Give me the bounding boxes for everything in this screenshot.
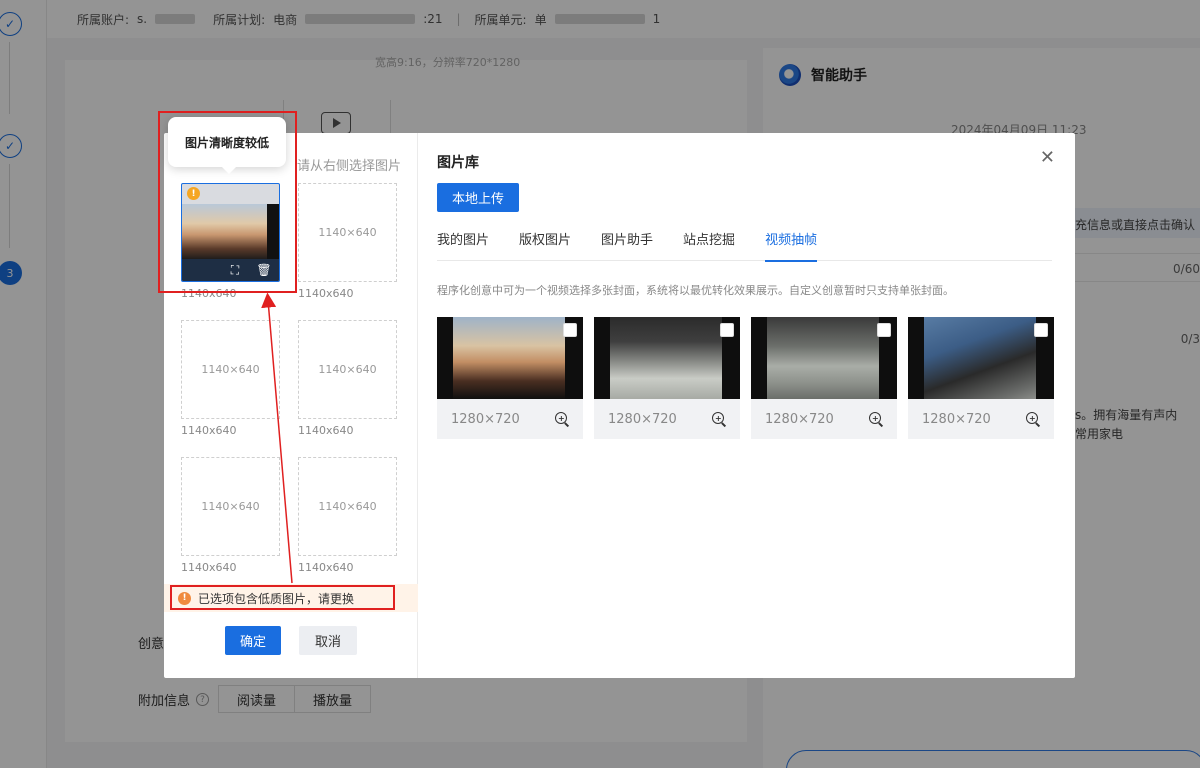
frame-card[interactable]: 1280×720 + (594, 317, 740, 439)
warning-icon: ! (178, 591, 191, 605)
frame-size: 1280×720 (765, 411, 834, 427)
tab-image-assistant[interactable]: 图片助手 (601, 229, 653, 261)
slot-caption: 1140x640 (181, 424, 237, 437)
empty-slot[interactable]: 1140×640 (298, 457, 397, 556)
delete-icon[interactable]: 🗑 (256, 262, 272, 278)
frame-size: 1280×720 (451, 411, 520, 427)
zoom-in-icon[interactable]: + (712, 412, 726, 426)
frame-image (437, 317, 583, 399)
empty-slot[interactable]: 1140×640 (181, 320, 280, 419)
frame-card[interactable]: 1280×720 + (908, 317, 1054, 439)
slot-caption: 1140x640 (181, 287, 237, 300)
slot-caption: 1140x640 (298, 287, 354, 300)
slot-caption: 1140x640 (298, 561, 354, 574)
empty-slot[interactable]: 1140×640 (181, 457, 280, 556)
frame-meta: 1280×720 + (437, 399, 583, 439)
slot-caption: 1140x640 (298, 424, 354, 437)
image-library-dialog: 请从右侧选择图片 ! ⛶ 🗑 1140x640 1140×640 1140x64… (164, 117, 1075, 678)
low-quality-tooltip: 图片清晰度较低 (168, 117, 286, 174)
selected-slot-1[interactable]: ! ⛶ 🗑 (181, 183, 280, 282)
confirm-button[interactable]: 确定 (225, 626, 282, 655)
frame-list: 1280×720 + 1280×720 + 1280×720 + 1280×72… (437, 317, 1054, 439)
frame-checkbox[interactable] (720, 323, 734, 337)
low-quality-warning-icon: ! (187, 187, 200, 200)
frame-meta: 1280×720 + (908, 399, 1054, 439)
frame-checkbox[interactable] (1034, 323, 1048, 337)
warning-text: 已选项包含低质图片，请更换 (198, 591, 355, 606)
tab-my-images[interactable]: 我的图片 (437, 229, 489, 261)
frame-meta: 1280×720 + (594, 399, 740, 439)
frame-card[interactable]: 1280×720 + (437, 317, 583, 439)
frame-checkbox[interactable] (563, 323, 577, 337)
frames-description: 程序化创意中可为一个视频选择多张封面，系统将以最优转化效果展示。自定义创意暂时只… (437, 284, 954, 297)
slot-caption: 1140x640 (181, 561, 237, 574)
tab-video-frames[interactable]: 视频抽帧 (765, 229, 818, 262)
low-quality-warning-bar: ! 已选项包含低质图片，请更换 (164, 584, 418, 612)
zoom-in-icon[interactable]: + (555, 412, 569, 426)
frame-size: 1280×720 (608, 411, 677, 427)
dialog-title: 图片库 (437, 155, 479, 171)
selected-images-pane: 请从右侧选择图片 ! ⛶ 🗑 1140x640 1140×640 1140x64… (164, 117, 418, 678)
frame-meta: 1280×720 + (751, 399, 897, 439)
frame-image (594, 317, 740, 399)
selected-image (182, 204, 279, 260)
tab-site-mining[interactable]: 站点挖掘 (683, 229, 735, 261)
library-tabs: 我的图片 版权图片 图片助手 站点挖掘 视频抽帧 (437, 229, 1052, 262)
zoom-in-icon[interactable]: + (869, 412, 883, 426)
local-upload-button[interactable]: 本地上传 (437, 183, 520, 212)
frame-image (751, 317, 897, 399)
zoom-in-icon[interactable]: + (1026, 412, 1040, 426)
empty-slot[interactable]: 1140×640 (298, 320, 397, 419)
image-library-pane: 图片库 ✕ 本地上传 我的图片 版权图片 图片助手 站点挖掘 视频抽帧 程序化创… (418, 133, 1075, 678)
crop-icon[interactable]: ⛶ (227, 262, 243, 278)
frame-image (908, 317, 1054, 399)
frame-size: 1280×720 (922, 411, 991, 427)
frame-card[interactable]: 1280×720 + (751, 317, 897, 439)
tab-copyright-images[interactable]: 版权图片 (519, 229, 571, 261)
dialog-actions: 确定 取消 (225, 626, 358, 655)
close-icon[interactable]: ✕ (1040, 149, 1055, 167)
select-hint: 请从右侧选择图片 (297, 159, 402, 174)
frame-checkbox[interactable] (877, 323, 891, 337)
empty-slot[interactable]: 1140×640 (298, 183, 397, 282)
cancel-button[interactable]: 取消 (299, 626, 358, 655)
